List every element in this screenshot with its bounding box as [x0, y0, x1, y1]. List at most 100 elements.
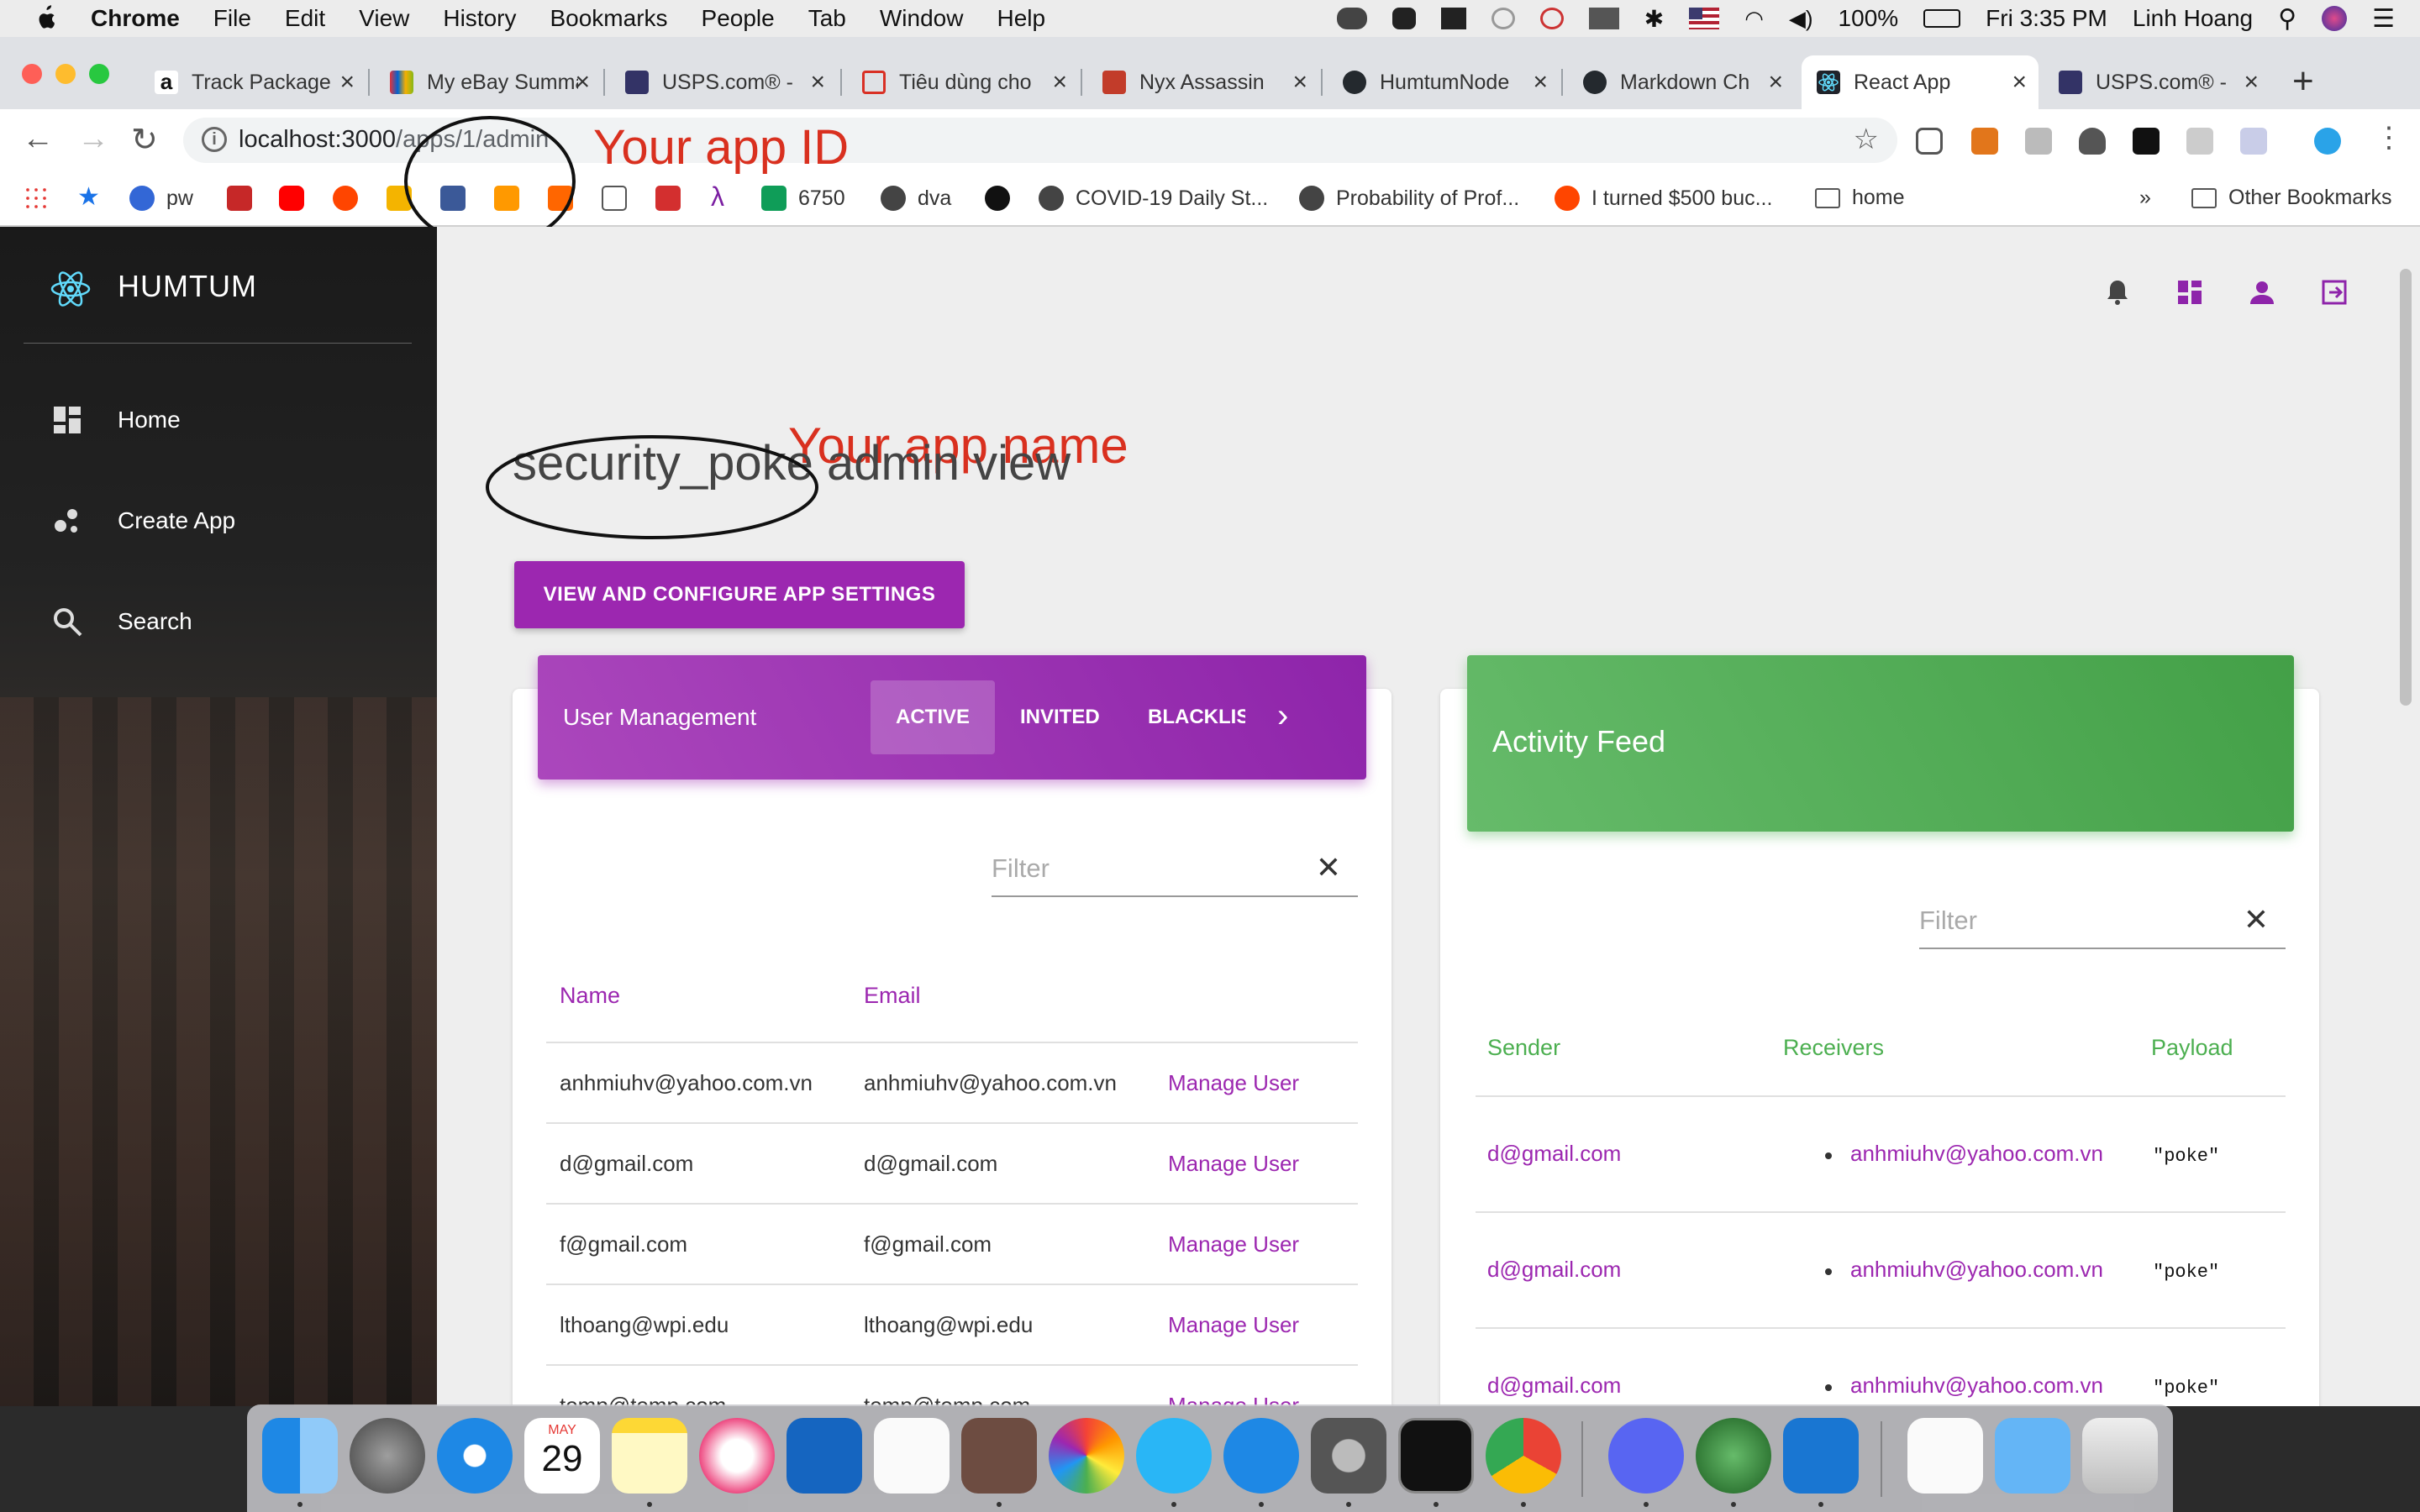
tampermonkey-icon[interactable]: [2133, 128, 2160, 155]
vscode-icon[interactable]: [1783, 1418, 1859, 1494]
tab-humtumnode[interactable]: HumtumNode ×: [1328, 55, 1560, 109]
reminders-icon[interactable]: [874, 1418, 950, 1494]
cloud-icon[interactable]: [1336, 8, 1367, 29]
pocket-icon[interactable]: [1916, 128, 1943, 155]
menu-help[interactable]: Help: [997, 5, 1045, 32]
bookmark-pw[interactable]: pw: [129, 186, 193, 211]
vivaldi-icon[interactable]: [655, 186, 692, 211]
manage-user-link[interactable]: Manage User: [1168, 1070, 1299, 1096]
bi-icon[interactable]: [1440, 8, 1466, 29]
bookmark-dva[interactable]: dva: [881, 186, 951, 211]
wifi-icon[interactable]: ◠: [1744, 6, 1764, 32]
logout-icon[interactable]: [2319, 277, 2349, 307]
document-icon[interactable]: [1907, 1418, 1983, 1494]
bookmark-6750[interactable]: 6750: [761, 186, 845, 211]
menu-history[interactable]: History: [443, 5, 516, 32]
blocked-icon[interactable]: [1539, 8, 1564, 29]
wolf-icon[interactable]: [602, 186, 639, 211]
menu-file[interactable]: File: [213, 5, 251, 32]
sidebar-item-create-app[interactable]: Create App: [50, 496, 403, 546]
tab-nyx-assassin[interactable]: Nyx Assassin ×: [1087, 55, 1319, 109]
column-header-payload[interactable]: Payload: [2151, 1035, 2233, 1061]
bookmark-covid[interactable]: COVID-19 Daily St...: [1039, 186, 1268, 211]
close-icon[interactable]: ×: [810, 68, 825, 97]
menu-tab[interactable]: Tab: [808, 5, 846, 32]
close-icon[interactable]: ×: [1292, 68, 1307, 97]
notification-center-icon[interactable]: ☰: [2372, 4, 2395, 34]
manage-user-link[interactable]: Manage User: [1168, 1312, 1299, 1338]
receiver-link[interactable]: anhmiuhv@yahoo.com.vn: [1850, 1141, 2103, 1167]
launchpad-icon[interactable]: [350, 1418, 425, 1494]
tab-markdown[interactable]: Markdown Ch ×: [1568, 55, 1795, 109]
safari-icon[interactable]: [437, 1418, 513, 1494]
manage-user-link[interactable]: Manage User: [1168, 1151, 1299, 1177]
menu-edit[interactable]: Edit: [285, 5, 325, 32]
user-name[interactable]: Linh Hoang: [2133, 5, 2253, 32]
bookmark-probability[interactable]: Probability of Prof...: [1299, 186, 1519, 211]
receiver-link[interactable]: anhmiuhv@yahoo.com.vn: [1850, 1373, 2103, 1399]
preview-icon[interactable]: [961, 1418, 1037, 1494]
activity-monitor-icon[interactable]: [1588, 8, 1619, 29]
finder-icon[interactable]: [262, 1418, 338, 1494]
sidebar-item-home[interactable]: Home: [50, 395, 403, 445]
tab-usps-1[interactable]: USPS.com® - ×: [610, 55, 837, 109]
forward-arrow-icon[interactable]: →: [77, 121, 109, 157]
column-header-email[interactable]: Email: [864, 983, 921, 1009]
chrome-icon[interactable]: [1486, 1418, 1561, 1494]
network-icon[interactable]: [1696, 1418, 1771, 1494]
notifications-bell-icon[interactable]: [2102, 277, 2133, 307]
tab-blacklist[interactable]: BLACKLIST: [1123, 680, 1245, 754]
clock[interactable]: Fri 3:35 PM: [1986, 5, 2107, 32]
close-icon[interactable]: ×: [339, 68, 355, 97]
bookmark-e-icon[interactable]: [227, 186, 264, 211]
chrome-menu-icon[interactable]: ⋮: [2375, 121, 2403, 155]
close-icon[interactable]: ×: [2012, 68, 2027, 97]
battery-icon[interactable]: [1923, 9, 1961, 28]
unicorn-icon[interactable]: [1392, 8, 1416, 29]
tab-react-app[interactable]: React App ×: [1802, 55, 2039, 109]
spinner-icon[interactable]: [1491, 8, 1515, 29]
window-minimize-button[interactable]: [55, 64, 76, 84]
calendar-icon[interactable]: MAY 29: [524, 1418, 600, 1494]
menu-window[interactable]: Window: [880, 5, 964, 32]
menu-app-name[interactable]: Chrome: [91, 5, 180, 32]
window-close-button[interactable]: [22, 64, 42, 84]
column-header-receivers[interactable]: Receivers: [1783, 1035, 1884, 1061]
menu-people[interactable]: People: [702, 5, 775, 32]
github-bookmark-icon[interactable]: [985, 186, 1022, 211]
tab-ebay-summary[interactable]: My eBay Summary ×: [375, 55, 602, 109]
ublock-icon[interactable]: [2079, 128, 2106, 155]
chevron-right-icon[interactable]: ›: [1277, 697, 1288, 735]
page-scrollbar[interactable]: [2400, 269, 2412, 706]
tab-invited[interactable]: INVITED: [995, 680, 1125, 754]
configure-app-settings-button[interactable]: VIEW AND CONFIGURE APP SETTINGS: [514, 561, 965, 628]
metamask-icon[interactable]: [1971, 128, 1998, 155]
messages-icon[interactable]: [1136, 1418, 1212, 1494]
reddit-icon[interactable]: [333, 186, 370, 211]
apple-icon[interactable]: [34, 4, 59, 33]
youtube-icon[interactable]: [279, 186, 316, 211]
activity-filter-input[interactable]: Filter ✕: [1919, 899, 2286, 949]
new-tab-button[interactable]: +: [2292, 60, 2314, 102]
reload-icon[interactable]: ↻: [131, 121, 158, 159]
bookmarks-overflow-button[interactable]: »: [2139, 186, 2151, 210]
close-icon[interactable]: ×: [575, 68, 590, 97]
tab-usps-2[interactable]: USPS.com® - ×: [2044, 55, 2270, 109]
affinity-icon[interactable]: [786, 1418, 862, 1494]
menu-view[interactable]: View: [359, 5, 409, 32]
column-header-sender[interactable]: Sender: [1487, 1035, 1560, 1061]
sidebar-item-search[interactable]: Search: [50, 596, 403, 647]
music-icon[interactable]: [699, 1418, 775, 1494]
spotlight-search-icon[interactable]: ⚲: [2278, 4, 2296, 34]
appstore-icon[interactable]: [1223, 1418, 1299, 1494]
k-extension-icon[interactable]: [2025, 128, 2052, 155]
lambda-icon[interactable]: λ: [711, 181, 724, 213]
tab-active[interactable]: ACTIVE: [871, 680, 996, 754]
dashboard-grid-icon[interactable]: [2175, 277, 2205, 307]
close-icon[interactable]: ×: [1052, 68, 1067, 97]
account-person-icon[interactable]: [2247, 277, 2277, 307]
manage-user-link[interactable]: Manage User: [1168, 1231, 1299, 1257]
terminal-icon[interactable]: [1398, 1418, 1474, 1494]
receiver-link[interactable]: anhmiuhv@yahoo.com.vn: [1850, 1257, 2103, 1283]
notes-icon[interactable]: [612, 1418, 687, 1494]
